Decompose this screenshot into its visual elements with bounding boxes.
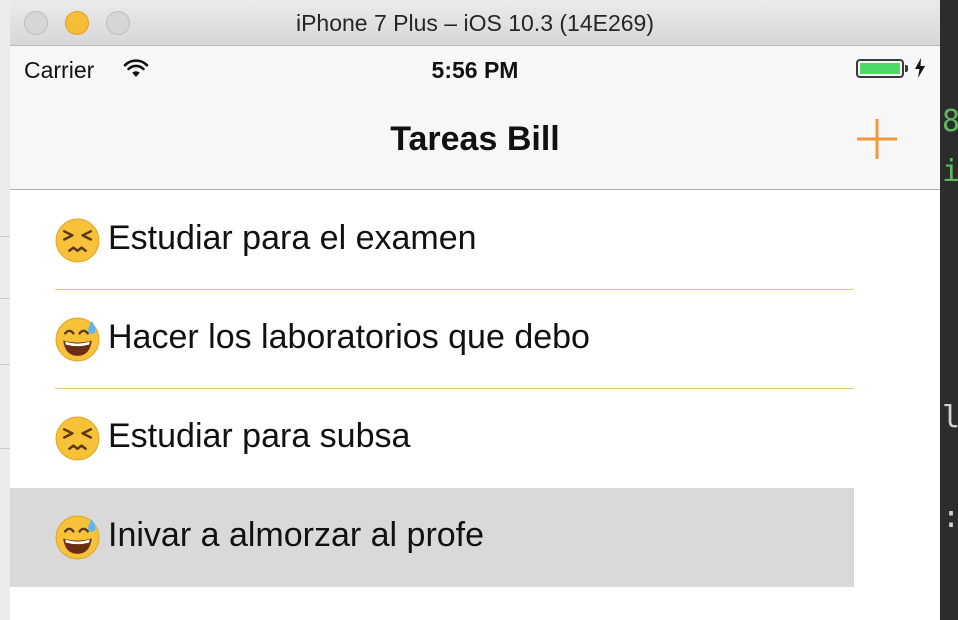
plus-icon[interactable] [852, 114, 902, 164]
task-row[interactable]: Hacer los laboratorios que debo [10, 290, 854, 389]
status-time: 5:56 PM [431, 57, 519, 83]
task-list: Estudiar para el examen Hacer los labora… [10, 191, 854, 587]
grinning-sweat-face-icon [55, 317, 100, 362]
charging-bolt-icon [915, 58, 925, 78]
window-title: iPhone 7 Plus – iOS 10.3 (14E269) [295, 10, 654, 36]
task-row[interactable]: Inivar a almorzar al profe [10, 488, 854, 587]
task-row[interactable]: Estudiar para subsa [10, 389, 854, 488]
task-row[interactable]: Estudiar para el examen [10, 191, 854, 290]
simulator-window: iPhone 7 Plus – iOS 10.3 (14E269) Carrie… [10, 0, 940, 620]
background-editor-right: 8 i l : [940, 0, 958, 620]
navigation-bar: Tareas Bill [10, 92, 940, 190]
grinning-sweat-face-icon [55, 515, 100, 560]
background-window-left [0, 0, 10, 620]
persevering-face-icon [55, 416, 100, 461]
task-label: Estudiar para subsa [108, 417, 411, 455]
battery-icon [856, 59, 908, 78]
task-label: Estudiar para el examen [108, 219, 477, 257]
task-label: Inivar a almorzar al profe [108, 516, 485, 554]
ios-status-bar: Carrier 5:56 PM [10, 46, 940, 92]
window-titlebar: iPhone 7 Plus – iOS 10.3 (14E269) [10, 0, 940, 46]
persevering-face-icon [55, 218, 100, 263]
page-title: Tareas Bill [390, 120, 560, 158]
task-label: Hacer los laboratorios que debo [108, 318, 590, 356]
